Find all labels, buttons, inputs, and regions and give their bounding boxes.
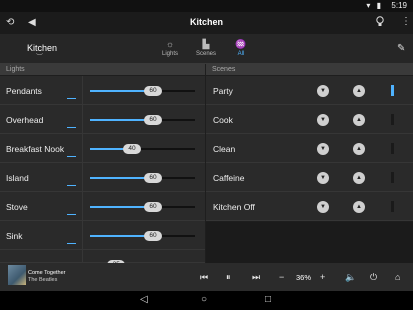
volume-up-icon[interactable]: + [320, 272, 325, 282]
light-name: Overhead [6, 115, 44, 125]
home-theater-icon[interactable]: ⌂ [395, 272, 400, 282]
scene-name: Clean [213, 144, 236, 154]
light-toggle[interactable] [67, 214, 76, 215]
light-toggle[interactable] [67, 243, 76, 244]
tab-label: Lights [161, 51, 178, 57]
chevron-down-icon: ︶ [36, 54, 43, 61]
scene-lower-button[interactable]: ▼ [317, 143, 329, 155]
scene-row[interactable] [206, 134, 413, 163]
previous-icon[interactable]: ⏮ [200, 272, 208, 283]
dimmer-slider[interactable] [90, 206, 195, 208]
scene-status-indicator [391, 143, 394, 154]
scenes-icon: ▙ [202, 39, 210, 49]
page-title: Kitchen [189, 17, 223, 27]
scenes-section-header: Scenes [206, 64, 413, 75]
bulb-icon: ☼ [165, 39, 175, 49]
light-toggle[interactable] [67, 185, 76, 186]
edit-icon[interactable]: ✎ [397, 43, 405, 54]
light-toggle[interactable] [67, 98, 76, 99]
nav-recents-icon[interactable]: □ [265, 294, 271, 305]
scene-status-indicator [391, 201, 394, 212]
scene-lower-button[interactable]: ▼ [317, 85, 329, 97]
tab-lights[interactable]: ☼ Lights [155, 38, 185, 57]
scenes-empty-area [206, 222, 413, 263]
scene-lower-button[interactable]: ▼ [317, 172, 329, 184]
row-divider [82, 192, 83, 221]
slider-thumb[interactable]: 60 [144, 173, 162, 183]
pause-icon[interactable]: ⏸ [226, 272, 231, 283]
lights-section-header: Lights [0, 64, 205, 75]
song-artist: The Beatles [28, 277, 58, 283]
scene-raise-button[interactable]: ▲ [353, 201, 365, 213]
scene-raise-button[interactable]: ▲ [353, 172, 365, 184]
light-row [0, 250, 205, 263]
next-icon[interactable]: ⏭ [252, 272, 260, 283]
tab-scenes[interactable]: ▙ Scenes [191, 38, 221, 57]
nav-home-icon[interactable]: ○ [201, 294, 207, 305]
scene-status-indicator [391, 172, 394, 183]
nav-back-icon[interactable]: ◁ [140, 294, 148, 305]
light-name: Breakfast Nook [6, 144, 65, 154]
light-name: Stove [6, 202, 28, 212]
bulb-icon[interactable] [376, 16, 384, 30]
slider-thumb[interactable]: 60 [144, 86, 162, 96]
scene-raise-button[interactable]: ▲ [353, 114, 365, 126]
row-divider [82, 134, 83, 163]
volume-level: 36% [296, 273, 312, 282]
scene-raise-button[interactable]: ▲ [353, 143, 365, 155]
scene-status-indicator [391, 114, 394, 125]
dimmer-slider[interactable] [90, 119, 195, 121]
light-name: Island [6, 173, 29, 183]
scene-lower-button[interactable]: ▼ [317, 114, 329, 126]
slider-thumb[interactable]: 60 [144, 115, 162, 125]
tab-label: All [237, 51, 245, 57]
slider-thumb[interactable]: 60 [144, 202, 162, 212]
row-divider [82, 221, 83, 250]
mute-icon[interactable]: 🔈 [345, 272, 356, 283]
light-toggle[interactable] [67, 127, 76, 128]
scene-name: Party [213, 86, 233, 96]
album-art[interactable] [8, 265, 26, 285]
light-name: Sink [6, 231, 23, 241]
tab-label: Scenes [195, 51, 216, 57]
row-divider [82, 105, 83, 134]
scene-name: Caffeine [213, 173, 245, 183]
status-time: 5:19 [391, 1, 407, 10]
scene-raise-button[interactable]: ▲ [353, 85, 365, 97]
volume-down-icon[interactable]: − [279, 272, 284, 282]
scene-row[interactable] [206, 76, 413, 105]
scene-lower-button[interactable]: ▼ [317, 201, 329, 213]
scene-status-indicator [391, 85, 394, 96]
dimmer-slider[interactable] [90, 235, 195, 237]
status-bar [0, 0, 413, 12]
dimmer-slider[interactable] [90, 90, 195, 92]
song-title: Come Together [28, 270, 66, 276]
dimmer-slider[interactable] [90, 148, 195, 150]
scene-name: Cook [213, 115, 233, 125]
status-icons: ▾ ▮ [366, 1, 383, 10]
slider-thumb[interactable]: 40 [123, 144, 141, 154]
row-divider [82, 76, 83, 105]
slider-thumb[interactable]: 60 [144, 231, 162, 241]
scene-name: Kitchen Off [213, 202, 255, 212]
light-name: Pendants [6, 86, 42, 96]
tab-all[interactable]: ♒ All [226, 38, 256, 57]
light-toggle[interactable] [67, 156, 76, 157]
scene-row[interactable] [206, 105, 413, 134]
all-icon: ♒ [235, 39, 247, 49]
row-divider [82, 163, 83, 192]
overflow-menu-icon[interactable]: ⋮ [401, 16, 411, 27]
dimmer-slider[interactable] [90, 177, 195, 179]
power-icon[interactable]: ⏻ [370, 272, 377, 283]
